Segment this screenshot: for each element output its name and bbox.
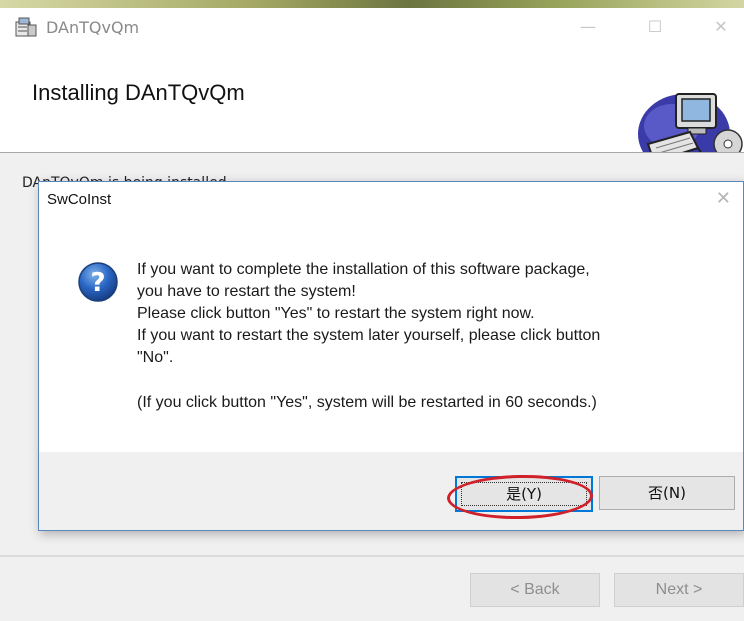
message-line: If you want to restart the system later …: [137, 327, 601, 344]
no-button[interactable]: 否(N): [599, 476, 735, 510]
installer-app-icon: [15, 17, 37, 37]
minimize-button[interactable]: —: [573, 16, 603, 38]
close-button[interactable]: ✕: [706, 16, 736, 38]
no-button-label: 否(N): [648, 484, 686, 502]
message-line: you have to restart the system!: [137, 283, 356, 300]
window-top-edge: [0, 0, 744, 8]
dialog-title: SwCoInst: [47, 191, 112, 208]
title-bar[interactable]: DAnTQvQm — ☐ ✕: [0, 8, 744, 40]
message-spacer: [137, 369, 727, 392]
window-title: DAnTQvQm: [46, 18, 140, 37]
question-icon: ?: [78, 262, 118, 302]
dialog-message: If you want to complete the installation…: [137, 259, 727, 414]
dialog-button-bar: 是(Y) 否(N): [39, 452, 743, 530]
installer-header: Installing DAnTQvQm: [0, 40, 744, 179]
back-button[interactable]: < Back: [470, 573, 600, 607]
maximize-button[interactable]: ☐: [640, 16, 670, 38]
message-note: (If you click button "Yes", system will …: [137, 394, 597, 411]
installer-footer: < Back Next >: [0, 557, 744, 621]
dialog-close-button[interactable]: ✕: [716, 188, 731, 209]
restart-dialog: SwCoInst ✕ ? If you want to complete the…: [38, 181, 744, 531]
message-line: "No".: [137, 349, 174, 366]
next-button[interactable]: Next >: [614, 573, 744, 607]
page-title: Installing DAnTQvQm: [32, 80, 245, 105]
svg-text:?: ?: [90, 268, 105, 298]
message-line: Please click button "Yes" to restart the…: [137, 305, 535, 322]
message-line: If you want to complete the installation…: [137, 261, 590, 278]
